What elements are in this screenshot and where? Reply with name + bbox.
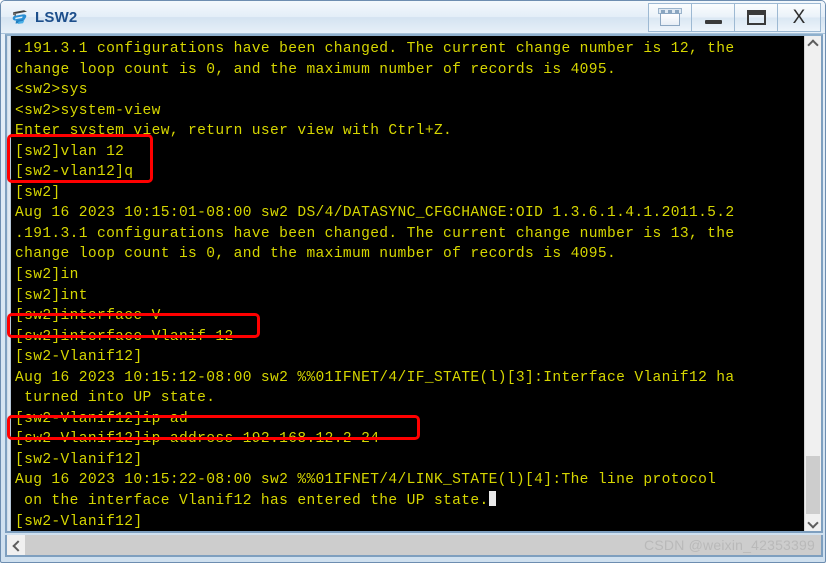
terminal-left-bevel xyxy=(7,36,11,531)
terminal-cursor xyxy=(488,491,496,507)
watermark: CSDN @weixin_42353399 xyxy=(644,537,815,553)
scroll-up-button[interactable] xyxy=(805,36,821,53)
terminal-line: [sw2-Vlanif12] xyxy=(15,451,143,468)
terminal-line: .191.3.1 configurations have been change… xyxy=(15,225,735,242)
terminal-line: <sw2>system-view xyxy=(15,102,161,119)
terminal-line: Aug 16 2023 10:15:12-08:00 sw2 %%01IFNET… xyxy=(15,369,735,386)
terminal-horizontal-scrollbar[interactable]: CSDN @weixin_42353399 xyxy=(7,535,821,555)
terminal-line: [sw2]in xyxy=(15,267,79,284)
minimize-button[interactable] xyxy=(691,3,735,32)
switch-device-icon xyxy=(10,7,30,27)
terminal-text: .191.3.1 configurations have been change… xyxy=(8,37,804,531)
terminal-line: [sw2] xyxy=(15,184,61,201)
terminal-vertical-scrollbar[interactable] xyxy=(804,36,821,531)
minimize-icon xyxy=(704,19,722,24)
terminal-line: Aug 16 2023 10:15:01-08:00 sw2 DS/4/DATA… xyxy=(15,205,735,222)
terminal-line: Aug 16 2023 10:15:22-08:00 sw2 %%01IFNET… xyxy=(15,472,726,489)
vertical-scroll-thumb[interactable] xyxy=(806,456,820,519)
terminal-line: [sw2-vlan12]q xyxy=(15,164,134,181)
terminal-horizontal-scrollbar-wrap: CSDN @weixin_42353399 xyxy=(5,535,823,557)
terminal-output-area[interactable]: .191.3.1 configurations have been change… xyxy=(7,36,804,531)
window-controls: X xyxy=(648,3,821,32)
chevron-down-icon xyxy=(809,518,818,527)
terminal-line: [sw2-Vlanif12]ip address 192.168.12.2 24 xyxy=(15,431,380,448)
title-bar: LSW2 X xyxy=(1,1,825,34)
terminal-line: [sw2-Vlanif12]ip ad xyxy=(15,410,189,427)
window-title: LSW2 xyxy=(35,8,78,26)
close-button[interactable]: X xyxy=(777,3,821,32)
horizontal-scroll-track[interactable]: CSDN @weixin_42353399 xyxy=(25,535,821,555)
terminal-line: [sw2-Vlanif12] xyxy=(15,513,143,530)
terminal-line: change loop count is 0, and the maximum … xyxy=(15,61,617,78)
chevron-left-icon xyxy=(12,541,21,550)
restore-window-button[interactable] xyxy=(648,3,692,32)
restore-window-icon xyxy=(658,8,682,27)
terminal-line: <sw2>sys xyxy=(15,82,88,99)
chevron-up-icon xyxy=(809,40,818,49)
maximize-button[interactable] xyxy=(734,3,778,32)
scroll-down-button[interactable] xyxy=(805,514,821,531)
title-bar-left: LSW2 xyxy=(1,7,77,27)
terminal-frame: .191.3.1 configurations have been change… xyxy=(5,34,823,533)
terminal-line: [sw2]int xyxy=(15,287,88,304)
terminal-line: .191.3.1 configurations have been change… xyxy=(15,41,735,57)
terminal-line: change loop count is 0, and the maximum … xyxy=(15,246,617,263)
maximize-icon xyxy=(746,10,766,25)
terminal-line: [sw2]vlan 12 xyxy=(15,143,125,160)
terminal-line: Enter system view, return user view with… xyxy=(15,123,453,140)
lsw2-window: LSW2 X .191.3.1 configurations have been… xyxy=(0,0,826,563)
terminal-line: [sw2]interface Vlanif 12 xyxy=(15,328,234,345)
terminal-line: turned into UP state. xyxy=(15,390,216,407)
scroll-left-button[interactable] xyxy=(7,535,25,555)
terminal-line: [sw2-Vlanif12] xyxy=(15,349,143,366)
terminal-line: on the interface Vlanif12 has entered th… xyxy=(15,491,804,512)
terminal-line: [sw2]interface V xyxy=(15,308,161,325)
close-icon: X xyxy=(792,7,806,28)
